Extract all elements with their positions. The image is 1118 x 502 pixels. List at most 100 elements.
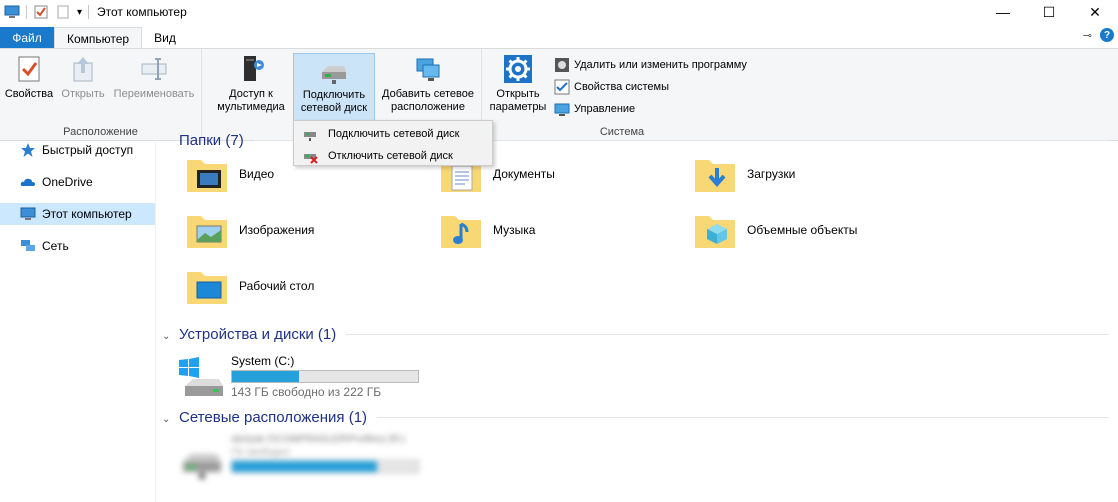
help-icon[interactable]: ? — [1100, 28, 1114, 42]
network-drive-item[interactable]: sbclyak (\\COMPRASLER\Profiles) (R:) ГБ … — [177, 434, 419, 482]
chevron-down-icon[interactable]: ⌄ — [162, 331, 170, 342]
folder-3d-objects[interactable]: Объемные объекты — [691, 206, 857, 254]
tab-file[interactable]: Файл — [0, 27, 54, 48]
uninstall-program-item[interactable]: Удалить или изменить программу — [554, 57, 747, 73]
folder-desktop[interactable]: Рабочий стол — [183, 262, 314, 310]
network-drive-icon — [322, 66, 346, 84]
window-title: Этот компьютер — [97, 5, 187, 19]
map-drive-label: Подключить сетевой диск — [300, 89, 368, 114]
ribbon: Свойства Открыть Переименовать Расположе… — [0, 48, 1118, 141]
manage-label: Управление — [574, 103, 636, 115]
system-properties-item[interactable]: Свойства системы — [554, 79, 669, 95]
drive-label: System (C:) — [231, 354, 295, 368]
map-drive-dropdown: Подключить сетевой диск Отключить сетево… — [293, 120, 493, 166]
pictures-folder-icon — [187, 216, 227, 248]
section-header-network[interactable]: Сетевые расположения (1) — [179, 409, 1109, 426]
tab-view[interactable]: Вид — [142, 27, 188, 48]
folder-label: Объемные объекты — [747, 223, 858, 237]
sidebar-item-network[interactable]: Сеть — [0, 235, 155, 257]
menu-item-disconnect-drive[interactable]: Отключить сетевой диск — [294, 145, 492, 167]
drive-usage-fill — [232, 461, 378, 472]
computer-icon[interactable] — [4, 4, 20, 20]
sidebar-item-label: Быстрый доступ — [42, 143, 134, 157]
folder-label: Музыка — [493, 223, 536, 237]
section-header-devices[interactable]: Устройства и диски (1) — [179, 326, 1109, 343]
section-title: Устройства и диски (1) — [179, 326, 337, 343]
sidebar-item-this-pc[interactable]: Этот компьютер — [0, 203, 155, 225]
properties-icon — [18, 56, 40, 82]
sidebar-item-quick-access[interactable]: Быстрый доступ — [0, 139, 155, 161]
sidebar-item-label: Этот компьютер — [42, 207, 132, 221]
tab-computer[interactable]: Компьютер — [54, 27, 143, 49]
uninstall-label: Удалить или изменить программу — [574, 59, 747, 71]
map-drive-button[interactable]: Подключить сетевой диск — [293, 53, 375, 125]
media-access-label: Доступ к мультимедиа — [217, 88, 285, 113]
add-network-location-icon — [416, 58, 440, 81]
desktop-folder-icon — [187, 272, 227, 304]
separator — [88, 5, 90, 19]
open-button[interactable]: Открыть — [58, 53, 108, 101]
close-button[interactable]: ✕ — [1072, 0, 1118, 24]
ribbon-group-location: Свойства Открыть Переименовать Расположе… — [0, 49, 202, 141]
drive-free-space: ГБ свободно — [231, 447, 290, 458]
cloud-icon — [20, 178, 35, 186]
add-network-location-button[interactable]: Добавить сетевое расположение — [376, 53, 480, 114]
minimize-button[interactable]: — — [980, 0, 1026, 24]
add-network-location-label: Добавить сетевое расположение — [382, 88, 474, 113]
chevron-down-icon[interactable]: ⌄ — [162, 414, 170, 425]
open-label: Открыть — [61, 88, 105, 100]
open-settings-button[interactable]: Открыть параметры — [486, 53, 550, 114]
open-settings-label: Открыть параметры — [489, 88, 547, 113]
menu-item-label: Подключить сетевой диск — [328, 128, 460, 140]
drive-usage-bar — [231, 370, 419, 383]
separator — [346, 334, 1109, 335]
folder-pictures[interactable]: Изображения — [183, 206, 314, 254]
sidebar-item-onedrive[interactable]: OneDrive — [0, 171, 155, 193]
uninstall-icon — [555, 58, 569, 72]
network-icon — [21, 240, 35, 251]
computer-icon — [20, 207, 36, 220]
sidebar-item-label: OneDrive — [42, 175, 93, 189]
media-access-button[interactable]: Доступ к мультимедиа — [210, 53, 292, 114]
windows-drive-icon — [179, 357, 223, 396]
drive-info: System (C:) 143 ГБ свободно из 222 ГБ — [231, 354, 419, 402]
folder-videos[interactable]: Видео — [183, 150, 274, 198]
properties-button[interactable]: Свойства — [4, 53, 54, 101]
sidebar-item-label: Сеть — [42, 239, 69, 253]
rename-button[interactable]: Переименовать — [110, 53, 198, 101]
ribbon-controls: ⊸ ? — [1083, 28, 1114, 42]
rename-label: Переименовать — [113, 88, 195, 100]
manage-icon — [554, 103, 570, 116]
folder-label: Видео — [239, 167, 275, 181]
disconnect-drive-icon — [304, 154, 318, 164]
rename-icon — [141, 58, 167, 80]
separator — [26, 5, 27, 19]
customize-toolbar-icon[interactable]: ▾ — [77, 7, 82, 18]
menu-item-map-drive[interactable]: Подключить сетевой диск — [294, 123, 492, 145]
folder-downloads[interactable]: Загрузки — [691, 150, 795, 198]
gear-icon — [504, 55, 532, 83]
star-icon — [21, 143, 35, 157]
menu-item-label: Отключить сетевой диск — [328, 150, 453, 162]
media-server-icon — [244, 56, 264, 81]
system-properties-label: Свойства системы — [574, 81, 670, 93]
video-folder-icon — [187, 160, 227, 192]
navigation-pane: Быстрый доступ OneDrive Этот компьютер С… — [0, 142, 156, 502]
drive-label: sbclyak (\\COMPRASLER\Profiles) (R:) — [231, 434, 405, 445]
manage-item[interactable]: Управление — [554, 101, 635, 117]
maximize-button[interactable]: ☐ — [1026, 0, 1072, 24]
folder-label: Изображения — [239, 223, 315, 237]
group-label-location: Расположение — [63, 126, 138, 138]
title-bar: ▾ Этот компьютер — ☐ ✕ — [0, 0, 1118, 24]
pin-ribbon-icon[interactable]: ⊸ — [1083, 29, 1092, 42]
folder-music[interactable]: Музыка — [437, 206, 535, 254]
window-controls: — ☐ ✕ — [980, 0, 1118, 24]
separator — [377, 417, 1109, 418]
content-area: Папки (7) Видео Документы Загрузки Изобр… — [157, 132, 1118, 502]
section-title: Сетевые расположения (1) — [179, 409, 368, 426]
new-folder-icon[interactable] — [55, 4, 71, 20]
properties-icon[interactable] — [33, 4, 49, 20]
folder-label: Документы — [493, 167, 555, 181]
folder-label: Рабочий стол — [239, 279, 315, 293]
drive-item-system[interactable]: System (C:) 143 ГБ свободно из 222 ГБ — [177, 354, 419, 402]
